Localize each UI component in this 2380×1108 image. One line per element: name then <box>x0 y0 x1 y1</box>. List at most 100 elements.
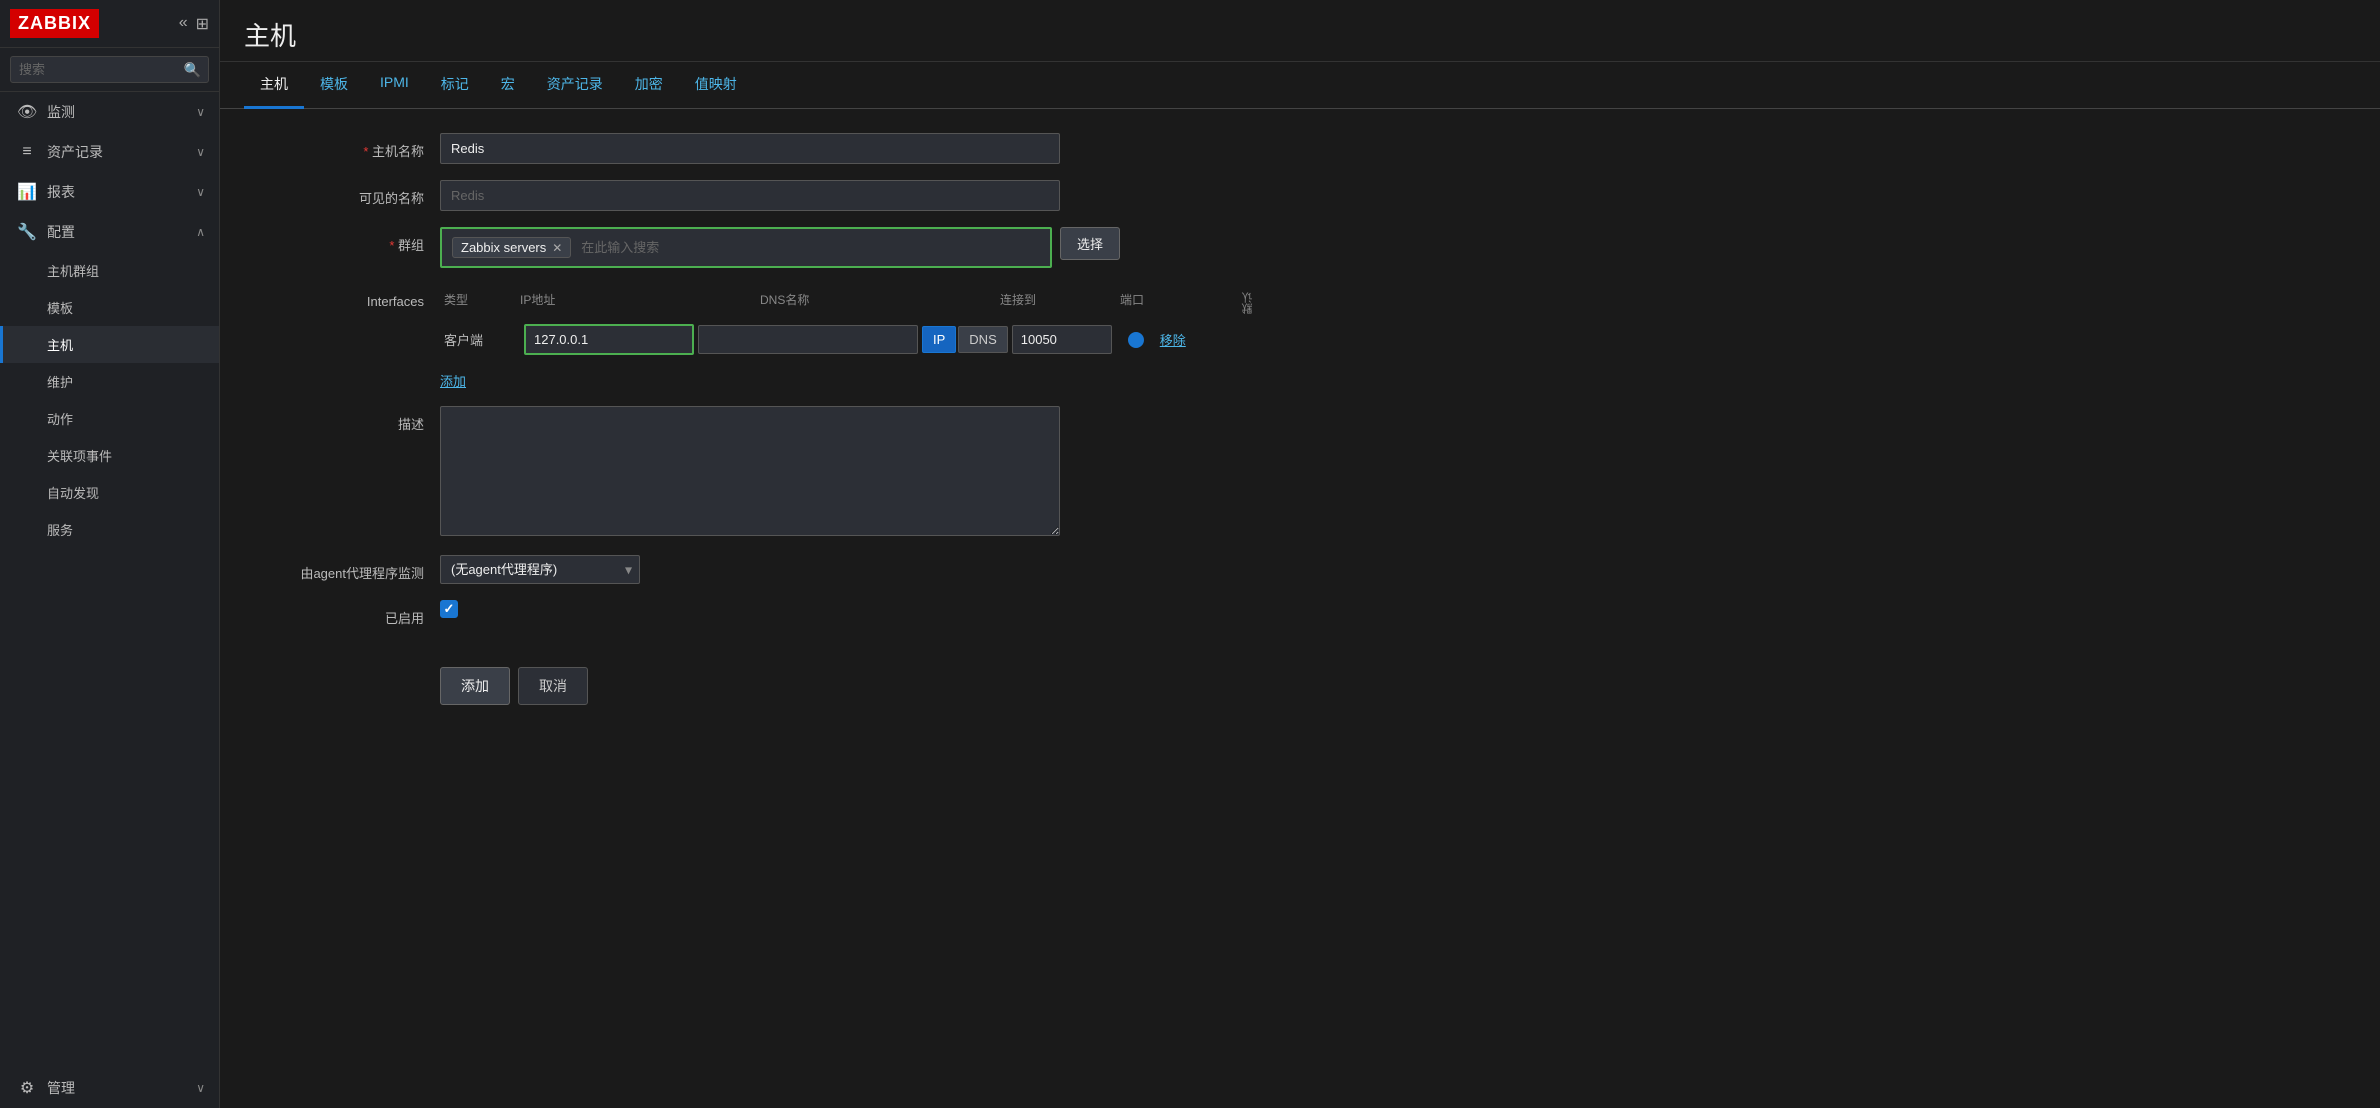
agent-label: 由agent代理程序监测 <box>260 555 440 582</box>
group-search-input[interactable] <box>577 238 761 257</box>
hostname-label: 主机名称 <box>260 133 440 160</box>
agent-row: 由agent代理程序监测 (无agent代理程序) 活跃型 被动型 <box>260 555 2340 584</box>
form-actions-row: 添加 取消 <box>260 643 2340 705</box>
asset-icon: ≡ <box>17 143 37 161</box>
sidebar-item-actions[interactable]: 动作 <box>0 400 219 437</box>
sidebar-item-config[interactable]: 🔧 配置 ∧ <box>0 212 219 252</box>
sidebar-item-monitor[interactable]: 👁 监测 ∨ <box>0 92 219 132</box>
config-icon: 🔧 <box>17 222 37 242</box>
chevron-down-icon: ∨ <box>196 105 205 119</box>
col-type-header: 类型 <box>440 291 520 308</box>
sidebar-item-correlation[interactable]: 关联项事件 <box>0 437 219 474</box>
col-port-header: 端口 <box>1120 291 1240 308</box>
tab-tags[interactable]: 标记 <box>425 62 485 109</box>
chevron-down-icon: ∨ <box>196 145 205 159</box>
search-icon: 🔍 <box>184 61 201 78</box>
sidebar-icons: « ⊞ <box>179 14 209 34</box>
group-control: Zabbix servers ✕ 选择 <box>440 227 1120 268</box>
visible-name-row: 可见的名称 <box>260 180 2340 211</box>
interface-dns-input[interactable] <box>698 325 918 354</box>
nav-sub-label: 主机群组 <box>47 261 99 280</box>
tab-macros[interactable]: 宏 <box>485 62 531 109</box>
group-tag: Zabbix servers ✕ <box>452 237 571 258</box>
chevron-down-icon: ∨ <box>196 185 205 199</box>
nav-sub-label: 自动发现 <box>47 483 99 502</box>
tab-asset-record[interactable]: 资产记录 <box>531 62 619 109</box>
enabled-control <box>440 600 1060 618</box>
cancel-button[interactable]: 取消 <box>518 667 588 705</box>
sidebar-item-admin[interactable]: ⚙ 管理 ∨ <box>0 1068 219 1108</box>
sidebar-item-host-groups[interactable]: 主机群组 <box>0 252 219 289</box>
group-field[interactable]: Zabbix servers ✕ <box>440 227 1052 268</box>
description-label: 描述 <box>260 406 440 433</box>
sidebar-item-hosts[interactable]: 主机 <box>0 326 219 363</box>
nav-sub-label: 服务 <box>47 520 73 539</box>
interface-default-radio[interactable] <box>1128 332 1144 348</box>
page-title: 主机 <box>244 16 2356 53</box>
tab-template[interactable]: 模板 <box>304 62 364 109</box>
add-button[interactable]: 添加 <box>440 667 510 705</box>
sidebar-item-services[interactable]: 服务 <box>0 511 219 548</box>
main-content: 主机 主机 模板 IPMI 标记 宏 资产记录 加密 值映射 主机名称 <box>220 0 2380 1108</box>
agent-select[interactable]: (无agent代理程序) 活跃型 被动型 <box>440 555 640 584</box>
enabled-checkbox[interactable] <box>440 600 458 618</box>
tab-value-map[interactable]: 值映射 <box>679 62 753 109</box>
report-icon: 📊 <box>17 182 37 202</box>
sidebar-item-templates[interactable]: 模板 <box>0 289 219 326</box>
tab-encrypt[interactable]: 加密 <box>619 62 679 109</box>
form-actions: 添加 取消 <box>440 667 588 705</box>
sidebar-item-label: 管理 <box>47 1078 75 1098</box>
interfaces-header: 类型 IP地址 DNS名称 连接到 端口 默认 <box>440 284 2340 318</box>
group-row: 群组 Zabbix servers ✕ 选择 <box>260 227 2340 268</box>
nav-sub-label: 关联项事件 <box>47 446 112 465</box>
description-control <box>440 406 1060 539</box>
sidebar-item-asset[interactable]: ≡ 资产记录 ∨ <box>0 132 219 172</box>
search-box: 🔍 <box>0 48 219 92</box>
admin-icon: ⚙ <box>17 1078 37 1098</box>
hostname-control <box>440 133 1060 164</box>
nav-sub-label: 模板 <box>47 298 73 317</box>
hostname-input[interactable] <box>440 133 1060 164</box>
enabled-label: 已启用 <box>260 600 440 627</box>
chevron-down-icon: ∨ <box>196 1081 205 1095</box>
agent-select-wrapper: (无agent代理程序) 活跃型 被动型 <box>440 555 640 584</box>
collapse-icon[interactable]: « <box>179 14 188 34</box>
group-select-button[interactable]: 选择 <box>1060 227 1120 260</box>
interfaces-table: 类型 IP地址 DNS名称 连接到 端口 默认 客户端 IP DNS <box>440 284 2340 390</box>
tab-ipmi[interactable]: IPMI <box>364 62 425 109</box>
connect-ip-button[interactable]: IP <box>922 326 956 353</box>
connect-dns-button[interactable]: DNS <box>958 326 1007 353</box>
monitor-icon: 👁 <box>17 102 37 122</box>
interface-ip-input[interactable] <box>524 324 694 355</box>
interface-table-row: 客户端 IP DNS 移除 <box>440 324 2340 355</box>
sidebar-item-report[interactable]: 📊 报表 ∨ <box>0 172 219 212</box>
interfaces-label: Interfaces <box>260 284 440 309</box>
interface-remove-link[interactable]: 移除 <box>1160 330 1186 349</box>
interface-port-input[interactable] <box>1012 325 1112 354</box>
sidebar-item-label: 配置 <box>47 222 75 242</box>
visible-name-input[interactable] <box>440 180 1060 211</box>
tab-host[interactable]: 主机 <box>244 62 304 109</box>
tabs-bar: 主机 模板 IPMI 标记 宏 资产记录 加密 值映射 <box>220 62 2380 109</box>
visible-name-control <box>440 180 1060 211</box>
col-dns-header: DNS名称 <box>760 291 1000 308</box>
chevron-up-icon: ∧ <box>196 225 205 239</box>
logo: ZABBIX <box>10 9 99 38</box>
description-textarea[interactable] <box>440 406 1060 536</box>
add-interface-link[interactable]: 添加 <box>440 371 466 390</box>
description-row: 描述 <box>260 406 2340 539</box>
sidebar-item-maintenance[interactable]: 维护 <box>0 363 219 400</box>
sidebar-item-label: 监测 <box>47 102 75 122</box>
group-tag-remove[interactable]: ✕ <box>552 241 562 255</box>
grid-icon[interactable]: ⊞ <box>196 14 209 34</box>
group-label: 群组 <box>260 227 440 254</box>
nav-sub-label: 维护 <box>47 372 73 391</box>
sidebar-item-label: 资产记录 <box>47 142 103 162</box>
sidebar-item-discovery[interactable]: 自动发现 <box>0 474 219 511</box>
nav-sub-label: 主机 <box>47 335 73 354</box>
col-ip-header: IP地址 <box>520 291 760 308</box>
interfaces-row: Interfaces 类型 IP地址 DNS名称 连接到 端口 默认 客户端 <box>260 284 2340 390</box>
sidebar: ZABBIX « ⊞ 🔍 👁 监测 ∨ ≡ 资产记录 ∨ 📊 报表 ∨ 🔧 配置… <box>0 0 220 1108</box>
search-input[interactable] <box>10 56 209 83</box>
group-tag-label: Zabbix servers <box>461 240 546 255</box>
